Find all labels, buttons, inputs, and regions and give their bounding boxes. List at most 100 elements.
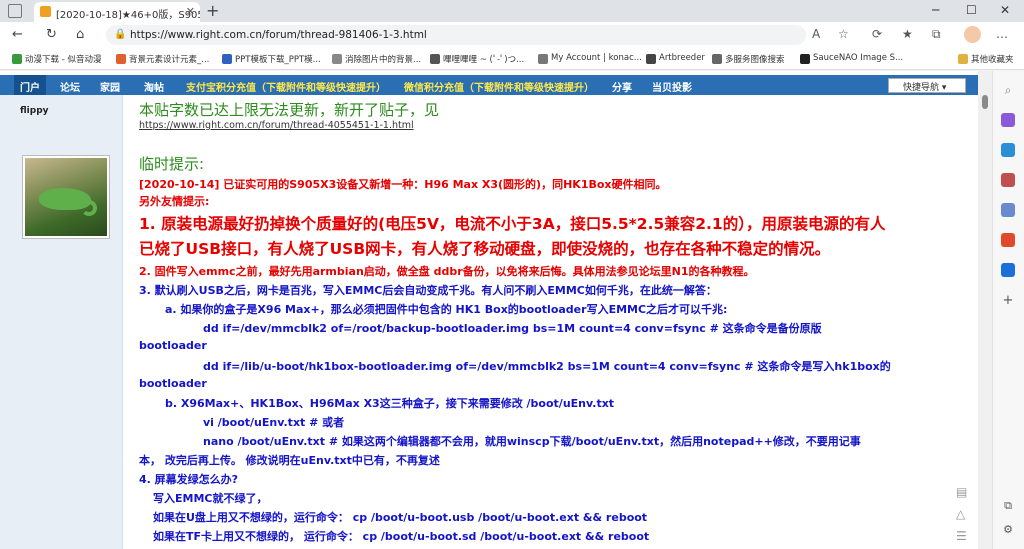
note-1a: 1. 原装电源最好扔掉换个质量好的(电压5V，电流不小于3A，接口5.5*2.5… xyxy=(139,215,886,233)
edge-sidebar: ⌕ + ⧉ ⚙ xyxy=(992,71,1024,549)
cmd-write: dd if=/lib/u-boot/hk1box-bootloader.img … xyxy=(203,360,891,373)
nav-taotie[interactable]: 淘帖 xyxy=(144,79,164,94)
back-icon[interactable]: ← xyxy=(12,27,23,42)
bookmark-favicon-icon xyxy=(430,54,440,64)
page-scrollbar[interactable] xyxy=(978,71,992,549)
close-window-icon[interactable]: ✕ xyxy=(1000,3,1010,17)
address-bar[interactable]: 🔒 https://www.right.com.cn/forum/thread-… xyxy=(106,25,806,45)
bookmark-item[interactable]: 消除图片中的背景... xyxy=(332,53,421,65)
bookmark-item[interactable]: 背景元素设计元素_... xyxy=(116,53,209,65)
read-aloud-icon[interactable]: A xyxy=(812,27,820,41)
nav-share[interactable]: 分享 xyxy=(612,79,632,94)
bookmark-favicon-icon xyxy=(712,54,722,64)
browser-tab[interactable]: [2020-10-18]★46+0版，S905x3 ✕ xyxy=(34,2,200,22)
headline: 本贴字数已达上限无法更新，新开了贴子，见 xyxy=(139,101,440,119)
bookmark-favicon-icon xyxy=(116,54,126,64)
bookmark-favicon-icon xyxy=(800,54,810,64)
note-3a: a. 如果你的盒子是X96 Max+，那么必须把固件中包含的 HK1 Box的b… xyxy=(165,303,728,316)
bookmark-item[interactable]: Artbreeder xyxy=(646,53,705,64)
cmd-write-cont: bootloader xyxy=(139,377,207,390)
back-to-top-icon[interactable]: △ xyxy=(956,507,965,521)
office-icon[interactable] xyxy=(1001,233,1015,247)
nav-forum[interactable]: 论坛 xyxy=(60,79,80,94)
list-icon[interactable]: ☰ xyxy=(956,529,967,543)
copilot-icon[interactable] xyxy=(1001,113,1015,127)
title-bar: [2020-10-18]★46+0版，S905x3 ✕ + ─ ☐ ✕ xyxy=(0,0,1024,22)
bookmark-favicon-icon xyxy=(12,54,22,64)
bookmark-item[interactable]: 动漫下载 - 似音动漫 xyxy=(12,53,101,65)
lock-icon: 🔒 xyxy=(114,29,127,40)
maximize-icon[interactable]: ☐ xyxy=(966,3,977,17)
bookmark-item[interactable]: 嗶哩嗶哩 ~ (ﾟ-ﾟ)つ... xyxy=(430,53,524,65)
floating-toolbar: ▤ △ ☰ xyxy=(952,485,976,547)
note-4c: 如果在TF卡上用又不想绿的， 运行命令： cp /boot/u-boot.sd … xyxy=(153,530,650,543)
shopping-icon[interactable] xyxy=(1001,143,1015,157)
profile-avatar[interactable] xyxy=(964,26,981,43)
tab-close-icon[interactable]: ✕ xyxy=(186,5,195,18)
cmd-vi: vi /boot/uEnv.txt # 或者 xyxy=(203,416,345,429)
cmd-nano-cont: 本， 改完后再上传。 修改说明在uEnv.txt中已有，不再复述 xyxy=(139,454,440,467)
post-content: 本贴字数已达上限无法更新，新开了贴子，见 https://www.right.c… xyxy=(122,95,978,549)
cmd-backup-cont: bootloader xyxy=(139,339,207,352)
nav-portal[interactable]: 门户 xyxy=(14,75,46,95)
favorites-add-icon[interactable]: ☆ xyxy=(838,27,849,41)
author-sidebar: flippy xyxy=(0,95,122,549)
tools-icon[interactable] xyxy=(1001,173,1015,187)
url-text: https://www.right.com.cn/forum/thread-98… xyxy=(130,29,427,41)
share-icon[interactable]: ⧉ xyxy=(932,27,941,42)
refresh-icon[interactable]: ↻ xyxy=(46,27,57,42)
bookmark-favicon-icon xyxy=(538,54,548,64)
minimize-icon[interactable]: ─ xyxy=(932,3,939,17)
outlook-icon[interactable] xyxy=(1001,263,1015,277)
note-4a: 写入EMMC就不绿了， xyxy=(153,492,268,505)
author-name[interactable]: flippy xyxy=(20,106,49,116)
note-4b: 如果在U盘上用又不想绿的，运行命令： cp /boot/u-boot.usb /… xyxy=(153,511,648,524)
bookmark-favicon-icon xyxy=(222,54,232,64)
new-tab-icon[interactable]: + xyxy=(206,1,219,20)
bookmark-item[interactable]: My Account | konac... xyxy=(538,53,642,64)
extra-tip: 另外友情提示: xyxy=(139,195,210,208)
games-icon[interactable] xyxy=(1001,203,1015,217)
split-screen-icon[interactable]: ⧉ xyxy=(1001,499,1015,513)
bookmark-item[interactable]: 多服务图像搜索 xyxy=(712,53,785,65)
bookmark-favicon-icon xyxy=(646,54,656,64)
nav-alipay-recharge[interactable]: 支付宝积分充值（下载附件和等级快速提升） xyxy=(186,79,386,94)
bookmark-item[interactable]: PPT模板下载_PPT模... xyxy=(222,53,321,65)
sidebar-settings-icon[interactable]: ⚙ xyxy=(1001,523,1015,537)
chameleon-avatar-image xyxy=(25,158,107,236)
extensions-icon[interactable]: ⟳ xyxy=(872,27,882,41)
note-1b: 已烧了USB接口，有人烧了USB网卡，有人烧了移动硬盘，即使没烧的，也存在各种不… xyxy=(139,240,831,258)
comment-icon[interactable]: ▤ xyxy=(956,485,967,499)
note-3: 3. 默认刷入USB之后，网卡是百兆，写入EMMC后会自动变成千兆。有人问不刷入… xyxy=(139,284,717,297)
navigation-bar: ← ↻ ⌂ 🔒 https://www.right.com.cn/forum/t… xyxy=(0,22,1024,48)
tip-heading: 临时提示: xyxy=(139,155,205,173)
scrollbar-thumb[interactable] xyxy=(982,95,988,109)
note-2: 2. 固件写入emmc之前，最好先用armbian启动，做全盘 ddbr备份，以… xyxy=(139,265,755,278)
nav-wechat-recharge[interactable]: 微信积分充值（下载附件和等级快速提升） xyxy=(404,79,594,94)
bookmark-item[interactable]: SauceNAO Image S... xyxy=(800,53,903,64)
nav-home[interactable]: 家园 xyxy=(100,79,120,94)
cmd-backup: dd if=/dev/mmcblk2 of=/root/backup-bootl… xyxy=(203,322,822,335)
add-icon[interactable]: + xyxy=(1001,293,1015,308)
forum-nav-bar: 门户 论坛 家园 淘帖 支付宝积分充值（下载附件和等级快速提升） 微信积分充值（… xyxy=(0,75,978,95)
tab-title: [2020-10-18]★46+0版，S905x3 xyxy=(56,10,200,21)
new-thread-link[interactable]: https://www.right.com.cn/forum/thread-40… xyxy=(139,120,414,131)
tab-favicon-icon xyxy=(40,6,51,17)
note-4: 4. 屏幕发绿怎么办? xyxy=(139,473,239,486)
search-icon[interactable]: ⌕ xyxy=(1001,83,1015,97)
nav-dangbei[interactable]: 当贝投影 xyxy=(652,79,692,94)
folder-icon xyxy=(958,54,968,64)
author-avatar[interactable] xyxy=(22,155,110,239)
home-icon[interactable]: ⌂ xyxy=(76,27,84,42)
cmd-nano: nano /boot/uEnv.txt # 如果这两个编辑器都不会用，就用win… xyxy=(203,435,861,448)
web-page: 门户 论坛 家园 淘帖 支付宝积分充值（下载附件和等级快速提升） 微信积分充值（… xyxy=(0,71,978,549)
bookmarks-bar: 动漫下载 - 似音动漫 背景元素设计元素_... PPT模板下载_PPT模...… xyxy=(0,48,1024,70)
quick-nav-dropdown[interactable]: 快捷导航 ▾ xyxy=(888,78,966,93)
tip-date-line: [2020-10-14] 已证实可用的S905X3设备又新增一种：H96 Max… xyxy=(139,178,667,191)
other-favorites[interactable]: 其他收藏夹 xyxy=(958,53,1014,65)
bookmark-favicon-icon xyxy=(332,54,342,64)
collections-icon[interactable]: ★ xyxy=(902,27,913,41)
window-menu-icon[interactable] xyxy=(8,4,22,18)
settings-more-icon[interactable]: … xyxy=(996,27,1008,41)
note-3b: b. X96Max+、HK1Box、H96Max X3这三种盒子，接下来需要修改… xyxy=(165,397,615,410)
